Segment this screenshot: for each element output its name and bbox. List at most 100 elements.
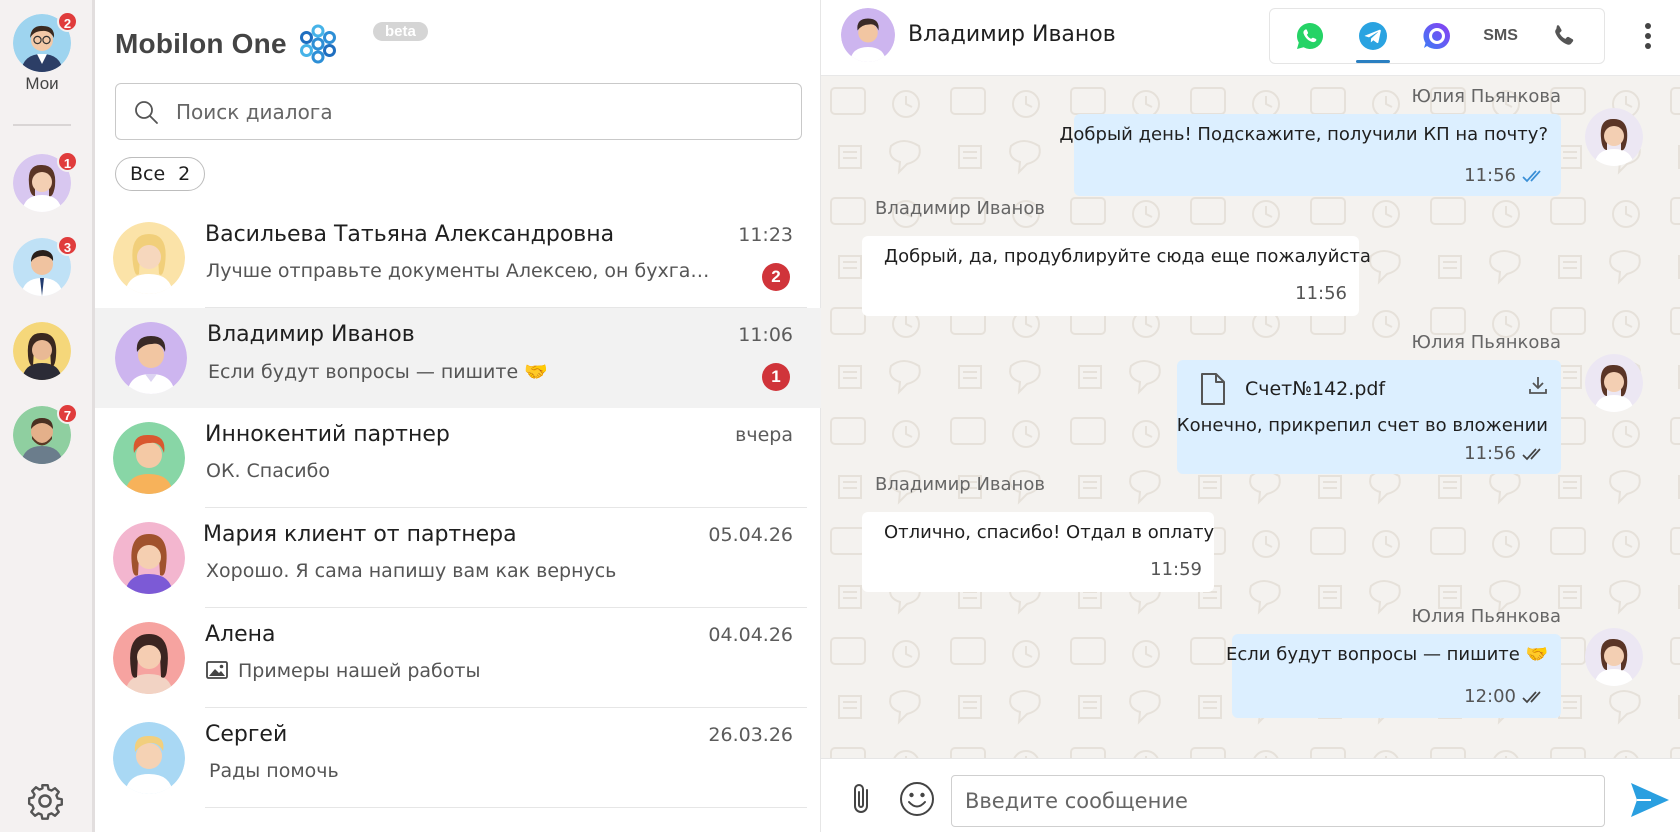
message-meta: 11:56 <box>1464 443 1548 464</box>
rail-divider <box>13 124 71 126</box>
message-composer <box>821 758 1680 832</box>
dialog-name: Мария клиент от партнера <box>203 522 517 547</box>
double-check-icon <box>1522 447 1541 460</box>
avatar <box>113 722 185 794</box>
dialog-time: 11:23 <box>738 224 793 246</box>
message-bubble[interactable]: Если будут вопросы — пишите 🤝 12:00 <box>1226 634 1561 718</box>
avatar <box>1585 354 1643 412</box>
file-attachment[interactable]: Счет№142.pdf <box>1199 372 1385 406</box>
message-time: 11:56 <box>1464 443 1516 464</box>
beta-badge: beta <box>373 22 428 41</box>
rail-operator-3[interactable] <box>13 322 71 380</box>
message-text: Если будут вопросы — пишите 🤝 <box>1226 644 1548 665</box>
dialog-preview: Лучше отправьте документы Алексею, он бу… <box>206 260 711 282</box>
channel-telegram[interactable] <box>1350 13 1396 63</box>
dialog-preview: Примеры нашей работы <box>206 660 711 682</box>
message-bubble[interactable]: Добрый, да, продублируйте сюда еще пожал… <box>862 236 1371 316</box>
dialog-name: Владимир Иванов <box>207 322 415 347</box>
unread-badge: 3 <box>57 235 78 256</box>
dialog-item[interactable]: Алена 04.04.26 Примеры нашей работы <box>95 608 821 708</box>
message-time: 11:56 <box>1464 165 1516 186</box>
message-text: Добрый, да, продублируйте сюда еще пожал… <box>884 246 1371 267</box>
unread-badge: 7 <box>57 403 78 424</box>
message-sender: Юлия Пьянкова <box>1411 332 1561 353</box>
dialog-preview: Если будут вопросы — пишите 🤝 <box>208 361 548 383</box>
message-sender: Юлия Пьянкова <box>1411 86 1561 107</box>
double-check-icon <box>1522 169 1541 182</box>
dialog-item[interactable]: Сергей 26.03.26 Рады помочь <box>95 708 821 808</box>
rail-my-label: Мои <box>25 74 59 93</box>
dialog-name: Иннокентий партнер <box>205 422 450 447</box>
dialog-preview-text: Примеры нашей работы <box>238 660 481 682</box>
image-icon <box>206 661 228 679</box>
search-box[interactable] <box>115 83 802 140</box>
brand: Mobilon One beta <box>115 22 428 66</box>
dialog-time: 05.04.26 <box>708 524 793 546</box>
dialog-item[interactable]: Васильева Татьяна Александровна 11:23 Лу… <box>95 208 821 308</box>
dialog-item[interactable]: Владимир Иванов 11:06 Если будут вопросы… <box>95 308 821 408</box>
unread-badge: 1 <box>762 363 790 391</box>
channel-messenger[interactable] <box>1414 13 1460 59</box>
dialog-time: 26.03.26 <box>708 724 793 746</box>
channel-sms[interactable]: SMS <box>1478 13 1524 59</box>
unread-badge: 2 <box>57 11 78 32</box>
filter-label: Все <box>130 163 166 185</box>
rail-operator-2[interactable]: 3 <box>13 235 78 296</box>
search-icon <box>135 100 158 124</box>
message-text: Добрый день! Подскажите, получили КП на … <box>1059 124 1548 145</box>
account-rail: 2 Мои 1 3 7 <box>0 0 95 832</box>
paperclip-icon[interactable] <box>847 781 877 817</box>
message-sender: Владимир Иванов <box>875 474 1045 495</box>
message-meta: 12:00 <box>1464 686 1548 707</box>
avatar <box>113 622 185 694</box>
message-sender: Владимир Иванов <box>875 198 1045 219</box>
send-icon[interactable] <box>1629 781 1671 819</box>
whatsapp-icon <box>1296 22 1323 49</box>
message-text: Конечно, прикрепил счет во вложении <box>1176 415 1548 436</box>
rail-operator-4[interactable]: 7 <box>13 403 78 464</box>
dialog-item[interactable]: Мария клиент от партнера 05.04.26 Хорошо… <box>95 508 821 608</box>
rail-my-account[interactable]: 2 <box>13 11 78 72</box>
divider <box>205 807 807 808</box>
message-text: Отлично, спасибо! Отдал в оплату <box>884 522 1215 543</box>
emoji-icon[interactable] <box>899 781 935 817</box>
unread-badge: 1 <box>57 151 78 172</box>
dialog-name: Алена <box>205 622 276 647</box>
filter-count: 2 <box>178 163 191 185</box>
unread-badge: 2 <box>762 263 790 291</box>
message-bubble[interactable]: Отлично, спасибо! Отдал в оплату 11:59 <box>862 512 1214 592</box>
dialog-preview: Хорошо. Я сама напишу вам как вернусь <box>206 560 617 582</box>
channel-whatsapp[interactable] <box>1287 13 1333 59</box>
file-name: Счет№142.pdf <box>1245 378 1386 400</box>
telegram-icon <box>1359 22 1388 50</box>
dialog-time: 11:06 <box>738 324 793 346</box>
chat-panel: Владимир Иванов SMS Юлия Пьянкова Добрый… <box>821 0 1680 832</box>
gear-icon[interactable] <box>26 782 64 820</box>
message-time: 12:00 <box>1464 686 1516 707</box>
dialog-item[interactable]: Иннокентий партнер вчера ОК. Спасибо <box>95 408 821 508</box>
more-options-icon[interactable] <box>1636 18 1660 54</box>
download-icon[interactable] <box>1527 374 1549 396</box>
message-time: 11:59 <box>1150 559 1202 580</box>
avatar[interactable] <box>841 8 895 62</box>
double-check-icon <box>1522 690 1541 703</box>
avatar <box>13 322 71 380</box>
rail-operator-1[interactable]: 1 <box>13 151 78 212</box>
sms-label: SMS <box>1483 27 1518 44</box>
message-bubble[interactable]: Счет№142.pdf Конечно, прикрепил счет во … <box>1177 360 1561 474</box>
message-bubble[interactable]: Добрый день! Подскажите, получили КП на … <box>1059 114 1561 196</box>
app-title: Mobilon One <box>115 28 287 59</box>
avatar <box>113 422 185 494</box>
message-list[interactable]: Юлия Пьянкова Добрый день! Подскажите, п… <box>821 76 1680 758</box>
filter-all-chip[interactable]: Все 2 <box>115 157 206 191</box>
message-meta: 11:56 <box>1464 165 1548 186</box>
search-input[interactable] <box>176 99 776 124</box>
channel-call[interactable] <box>1541 13 1587 59</box>
chat-contact-name[interactable]: Владимир Иванов <box>908 22 1116 47</box>
app-logo-icon <box>299 24 336 64</box>
message-input[interactable] <box>951 775 1605 827</box>
dialog-list-panel: Mobilon One beta Все 2 Васильева Т <box>95 0 821 832</box>
avatar <box>1585 108 1643 166</box>
phone-icon <box>1555 25 1574 45</box>
chat-header: Владимир Иванов SMS <box>821 0 1680 76</box>
